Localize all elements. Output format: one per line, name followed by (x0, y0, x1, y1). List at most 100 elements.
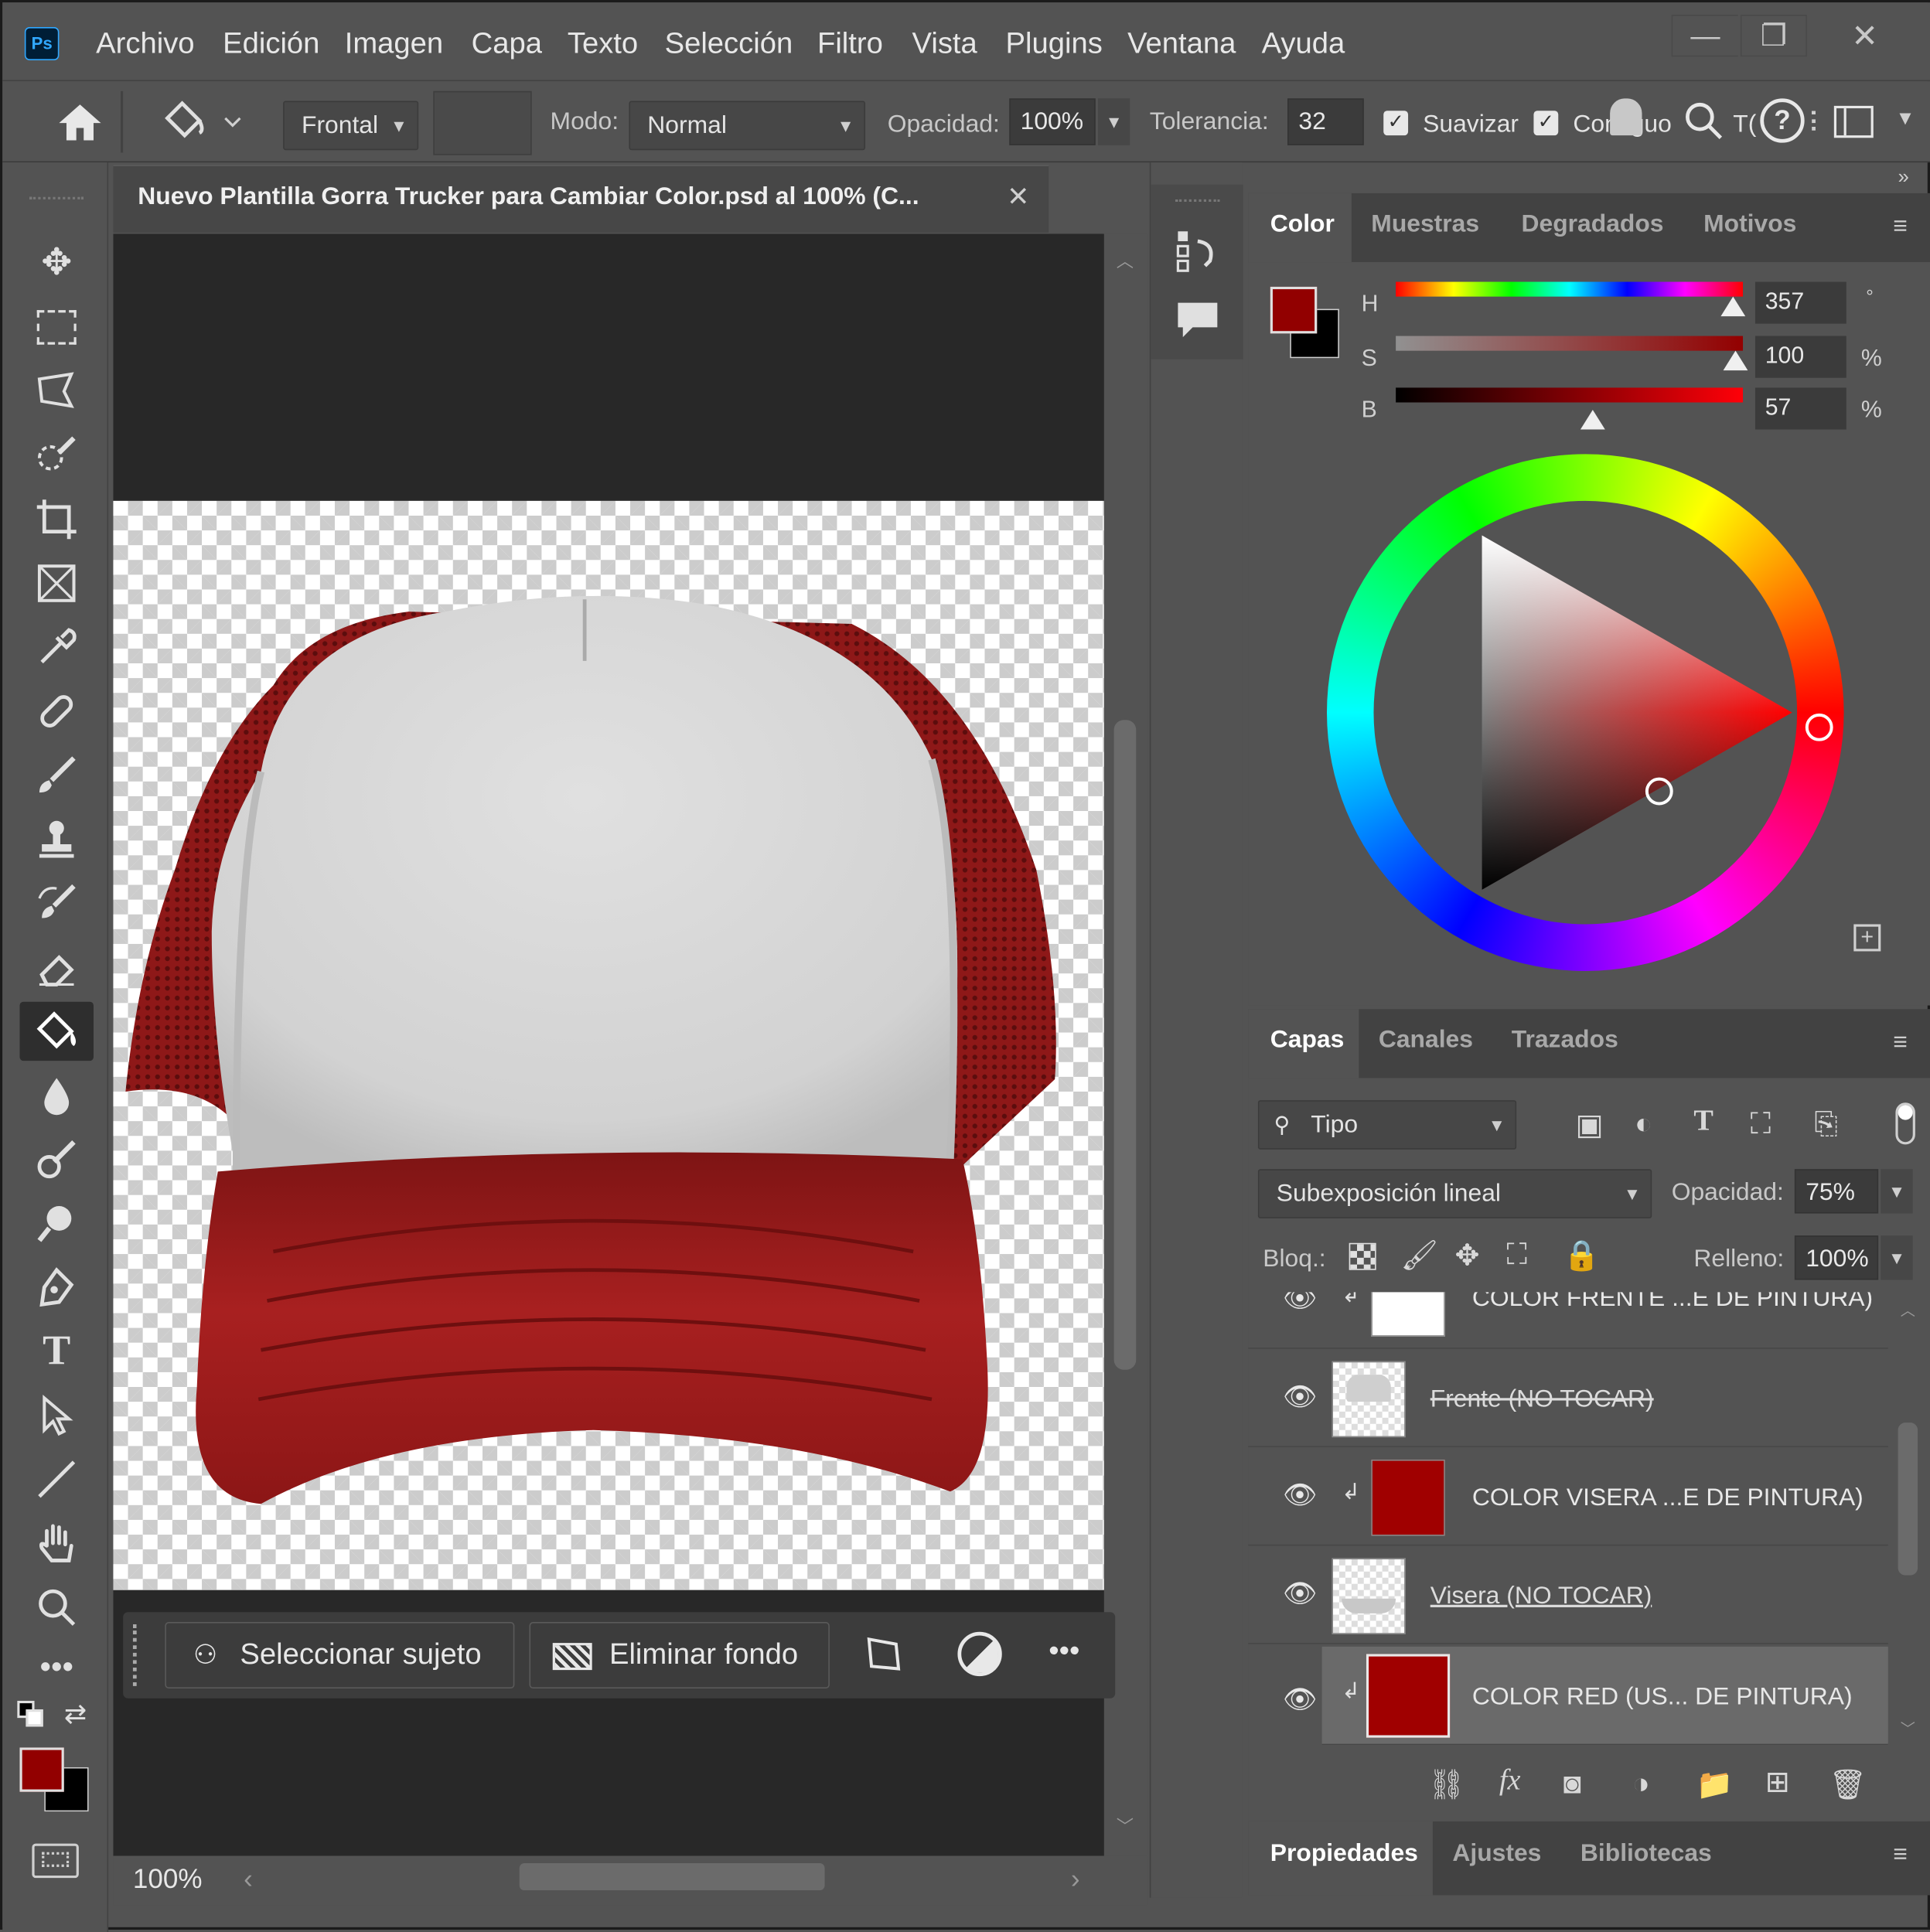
filter-pixel-icon[interactable]: ▣ (1576, 1108, 1604, 1143)
help-icon[interactable]: ? (1760, 98, 1805, 143)
tab-capas[interactable]: Capas (1248, 1009, 1359, 1078)
color-wheel[interactable] (1327, 454, 1844, 971)
menu-ayuda[interactable]: Ayuda (1262, 25, 1345, 64)
link-layers-icon[interactable]: ⛓ (1428, 1767, 1466, 1803)
lasso-tool-icon[interactable] (19, 362, 94, 421)
crop-tool-icon[interactable] (19, 490, 94, 549)
select-subject-button[interactable]: ⚇ Seleccionar sujeto (165, 1622, 515, 1688)
eye-icon[interactable]: 👁 (1283, 1684, 1317, 1716)
filter-toggle[interactable] (1895, 1102, 1915, 1145)
overflow-icon[interactable] (1812, 111, 1816, 131)
fill-source-dropdown[interactable]: Frontal ▼ (283, 101, 419, 151)
saturation-slider[interactable] (1396, 336, 1744, 351)
expand-color-icon[interactable]: + (1853, 924, 1881, 952)
tolerance-input[interactable]: 32 (1287, 98, 1364, 145)
scroll-right-icon[interactable]: › (1071, 1863, 1080, 1895)
blur-tool-icon[interactable] (19, 1066, 94, 1125)
opacity-input[interactable]: 100% (1009, 98, 1096, 145)
adjustment-icon[interactable] (957, 1631, 1002, 1677)
smooth-checkbox[interactable]: ✓ (1383, 111, 1409, 136)
expand-panels-icon[interactable]: » (1898, 167, 1909, 189)
color-panel-menu-icon[interactable]: ≡ (1893, 213, 1908, 241)
tab-canales[interactable]: Canales (1379, 1009, 1495, 1078)
scroll-up-icon[interactable]: ︿ (1901, 1300, 1915, 1320)
lock-artboard-icon[interactable]: ⛶ (1506, 1238, 1527, 1273)
horizontal-scroll-thumb[interactable] (519, 1863, 825, 1891)
more-tools-icon[interactable]: ••• (19, 1637, 94, 1695)
close-document-icon[interactable]: ✕ (1007, 181, 1029, 213)
scroll-down-icon[interactable]: ﹀ (1117, 1814, 1134, 1838)
tab-motivos[interactable]: Motivos (1703, 193, 1826, 262)
hue-slider-handle[interactable] (1720, 296, 1746, 317)
mode-dropdown[interactable]: Normal ▼ (629, 101, 866, 151)
brightness-slider[interactable] (1396, 387, 1744, 403)
layers-panel-menu-icon[interactable]: ≡ (1893, 1029, 1908, 1058)
layers-scrollbar[interactable]: ︿ ﹀ (1891, 1292, 1928, 1752)
lock-all-icon[interactable]: 🔒 (1563, 1238, 1601, 1273)
tab-propiedades[interactable]: Propiedades (1248, 1821, 1433, 1896)
search-icon[interactable] (1681, 98, 1725, 142)
menu-archivo[interactable]: Archivo (96, 25, 194, 64)
zoom-tool-icon[interactable] (19, 1578, 94, 1637)
comments-panel-icon[interactable] (1173, 295, 1222, 345)
filter-smart-object-icon[interactable]: ⎘ (1814, 1108, 1838, 1143)
eye-icon[interactable]: 👁 (1283, 1479, 1317, 1511)
s-input[interactable]: 100 (1754, 336, 1846, 378)
menu-texto[interactable]: Texto (568, 25, 638, 64)
lock-pixels-icon[interactable]: 🖌 (1401, 1238, 1439, 1273)
tab-bibliotecas[interactable]: Bibliotecas (1580, 1821, 1712, 1896)
opacity-chevron-icon[interactable]: ▼ (1097, 98, 1130, 145)
maximize-button[interactable]: ❐ (1740, 15, 1807, 57)
hand-tool-icon[interactable] (19, 1514, 94, 1573)
vertical-scroll-thumb[interactable] (1113, 720, 1137, 1370)
new-layer-icon[interactable]: ⊞ (1765, 1765, 1790, 1801)
type-tool-icon[interactable]: T (19, 1322, 94, 1381)
default-colors-icon[interactable] (17, 1700, 49, 1733)
eye-icon[interactable]: 👁 (1283, 1292, 1317, 1314)
tab-degradados[interactable]: Degradados (1522, 193, 1682, 262)
document-tab[interactable]: Nuevo Plantilla Gorra Trucker para Cambi… (113, 165, 1049, 233)
tab-color[interactable]: Color (1248, 193, 1352, 263)
filter-type-icon[interactable]: T (1693, 1105, 1713, 1138)
fill-chevron-icon[interactable]: ▼ (1881, 1235, 1913, 1280)
scroll-up-icon[interactable]: ︿ (1117, 249, 1134, 274)
layer-filter-dropdown[interactable]: ⚲ Tipo ▼ (1257, 1100, 1517, 1150)
contiguous-checkbox[interactable]: ✓ (1533, 111, 1559, 136)
home-icon[interactable] (52, 98, 108, 148)
menu-capa[interactable]: Capa (472, 25, 542, 64)
h-input[interactable]: 357 (1754, 281, 1846, 324)
new-group-icon[interactable]: 📁 (1696, 1767, 1734, 1803)
blend-mode-dropdown[interactable]: Subexposición lineal ▼ (1257, 1169, 1652, 1218)
new-adjustment-layer-icon[interactable]: ◑ (1632, 1767, 1650, 1802)
saturation-slider-handle[interactable] (1723, 350, 1748, 371)
more-options-icon[interactable]: ••• (1049, 1634, 1079, 1669)
zoom-level[interactable]: 100% (133, 1863, 203, 1895)
color-panel-foreground-swatch[interactable] (1270, 286, 1318, 334)
paint-bucket-tool-icon[interactable] (19, 1001, 94, 1061)
brush-tool-icon[interactable] (19, 746, 94, 805)
menu-plugins[interactable]: Plugins (1006, 25, 1103, 64)
workspace-icon[interactable] (1833, 105, 1874, 138)
menu-imagen[interactable]: Imagen (345, 25, 443, 64)
pen-tool-icon[interactable] (19, 1258, 94, 1317)
layer-row[interactable]: 👁 ↲ COLOR VISERA ...E DE PINTURA) (1248, 1447, 1888, 1546)
frame-tool-icon[interactable] (19, 554, 94, 612)
delete-layer-icon[interactable]: 🗑 (1829, 1767, 1867, 1803)
filter-shape-icon[interactable]: ⛶ (1751, 1108, 1771, 1143)
eyedropper-tool-icon[interactable] (19, 618, 94, 676)
line-tool-icon[interactable] (19, 1450, 94, 1508)
all-layers-label[interactable]: T( (1733, 111, 1756, 139)
add-mask-icon[interactable]: ◙ (1563, 1767, 1581, 1802)
filter-adjustment-icon[interactable]: ◐ (1635, 1108, 1652, 1143)
remove-background-button[interactable]: Eliminar fondo (529, 1622, 830, 1688)
history-brush-tool-icon[interactable] (19, 874, 94, 932)
pattern-picker[interactable] (433, 90, 532, 155)
brightness-slider-handle[interactable] (1580, 410, 1605, 430)
layer-row-selected[interactable]: ↲ COLOR RED (US... DE PINTURA) (1321, 1646, 1888, 1746)
clone-stamp-tool-icon[interactable] (19, 809, 94, 868)
layers-scroll-thumb[interactable] (1898, 1423, 1918, 1576)
layer-style-fx-icon[interactable]: fx (1499, 1765, 1521, 1798)
layer-opacity-chevron-icon[interactable]: ▼ (1881, 1169, 1913, 1214)
dodge-tool-icon[interactable] (19, 1130, 94, 1188)
transform-selection-icon[interactable] (861, 1632, 905, 1676)
